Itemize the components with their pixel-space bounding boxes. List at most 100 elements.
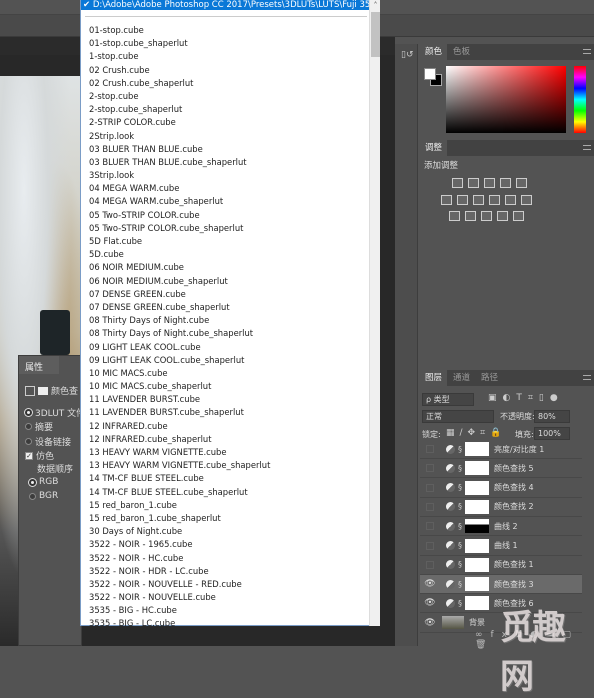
tab-paths[interactable]: 路径 bbox=[476, 370, 503, 386]
dropdown-item[interactable]: 03 BLUER THAN BLUE.cube_shaperlut bbox=[89, 156, 369, 169]
panel-menu-icon[interactable] bbox=[583, 375, 591, 380]
eye-icon[interactable]: 👁 bbox=[420, 598, 440, 608]
dropdown-scrollbar[interactable]: ˄ bbox=[369, 0, 380, 626]
opacity-input[interactable]: 80% bbox=[534, 410, 570, 423]
dropdown-item[interactable]: 3522 - NOIR - NOUVELLE.cube bbox=[89, 591, 369, 604]
layer-row[interactable]: § 曲线 1 bbox=[420, 537, 582, 556]
dropdown-item[interactable]: 03 BLUER THAN BLUE.cube bbox=[89, 143, 369, 156]
dropdown-item[interactable]: 05 Two-STRIP COLOR.cube_shaperlut bbox=[89, 222, 369, 235]
dropdown-item[interactable]: 14 TM-CF BLUE STEEL.cube_shaperlut bbox=[89, 486, 369, 499]
order-rgb[interactable]: RGB bbox=[29, 477, 58, 487]
dropdown-item[interactable]: 3Strip.look bbox=[89, 169, 369, 182]
dropdown-item[interactable]: 12 INFRARED.cube_shaperlut bbox=[89, 433, 369, 446]
adjustment-icon[interactable] bbox=[468, 178, 479, 188]
panel-menu-icon[interactable] bbox=[583, 145, 591, 150]
panel-menu-icon[interactable] bbox=[583, 49, 591, 54]
dropdown-item[interactable]: 02 Crush.cube bbox=[89, 64, 369, 77]
layer-row[interactable]: § 颜色查找 1 bbox=[420, 556, 582, 575]
adjustment-icon[interactable] bbox=[473, 195, 484, 205]
dropdown-item[interactable]: 3522 - NOIR - HC.cube bbox=[89, 552, 369, 565]
color-field[interactable] bbox=[446, 66, 566, 133]
visibility-toggle[interactable] bbox=[426, 445, 434, 453]
dropdown-item[interactable]: 11 LAVENDER BURST.cube_shaperlut bbox=[89, 406, 369, 419]
adjustment-icon[interactable] bbox=[505, 195, 516, 205]
dropdown-item[interactable]: 2-stop.cube_shaperlut bbox=[89, 103, 369, 116]
tab-color[interactable]: 颜色 bbox=[420, 44, 448, 60]
dropdown-item[interactable]: 06 NOIR MEDIUM.cube bbox=[89, 261, 369, 274]
dropdown-item[interactable]: 13 HEAVY WARM VIGNETTE.cube bbox=[89, 446, 369, 459]
dropdown-item[interactable]: 30 Days of Night.cube bbox=[89, 525, 369, 538]
dropdown-item[interactable]: 3535 - BIG - HC.cube bbox=[89, 604, 369, 617]
layer-filter-select[interactable]: ρ 类型 bbox=[422, 393, 474, 406]
layer-row[interactable]: § 亮度/对比度 1 bbox=[420, 440, 582, 459]
dropdown-item[interactable]: 08 Thirty Days of Night.cube_shaperlut bbox=[89, 327, 369, 340]
adjustment-icon[interactable] bbox=[489, 195, 500, 205]
history-icon[interactable]: ▯↺ bbox=[401, 50, 417, 60]
visibility-toggle[interactable] bbox=[426, 464, 434, 473]
dropdown-item[interactable]: 3522 - NOIR - HDR - LC.cube bbox=[89, 565, 369, 578]
dropdown-item[interactable]: 11 LAVENDER BURST.cube bbox=[89, 393, 369, 406]
layer-row[interactable]: § 颜色查找 5 bbox=[420, 459, 582, 479]
adjustment-icon[interactable] bbox=[457, 195, 468, 205]
adjustment-icon[interactable] bbox=[500, 178, 511, 188]
lock-icons[interactable]: ▦/✥⌗🔒 bbox=[446, 428, 506, 438]
dropdown-item[interactable]: 12 INFRARED.cube bbox=[89, 420, 369, 433]
dropdown-item[interactable]: 09 LIGHT LEAK COOL.cube_shaperlut bbox=[89, 354, 369, 367]
foreground-color-swatch[interactable] bbox=[424, 68, 436, 80]
dropdown-item[interactable]: 10 MIC MACS.cube bbox=[89, 367, 369, 380]
option-abstract[interactable]: 摘要 bbox=[25, 420, 53, 433]
layer-row[interactable]: § 颜色查找 4 bbox=[420, 479, 582, 498]
adjustment-icon[interactable] bbox=[465, 211, 476, 221]
dropdown-item[interactable]: 3522 - NOIR - NOUVELLE - RED.cube bbox=[89, 578, 369, 591]
dropdown-item[interactable]: 2Strip.look bbox=[89, 130, 369, 143]
dropdown-item[interactable]: 07 DENSE GREEN.cube_shaperlut bbox=[89, 301, 369, 314]
dither-checkbox[interactable]: ✓ 仿色 bbox=[25, 449, 54, 462]
visibility-toggle[interactable] bbox=[426, 483, 434, 492]
layer-row[interactable]: § 曲线 2 bbox=[420, 517, 582, 537]
dropdown-item[interactable]: 13 HEAVY WARM VIGNETTE.cube_shaperlut bbox=[89, 459, 369, 472]
dropdown-selected-item[interactable]: ✔ D:\Adobe\Adobe Photoshop CC 2017\Prese… bbox=[81, 0, 369, 10]
tab-layers[interactable]: 图层 bbox=[420, 370, 448, 386]
visibility-toggle[interactable] bbox=[426, 502, 434, 511]
dropdown-item[interactable]: 3522 - NOIR - 1965.cube bbox=[89, 538, 369, 551]
order-bgr[interactable]: BGR bbox=[29, 491, 58, 501]
layer-row[interactable]: § 颜色查找 2 bbox=[420, 498, 582, 517]
dropdown-item[interactable]: 01-stop.cube_shaperlut bbox=[89, 37, 369, 50]
visibility-toggle[interactable] bbox=[426, 560, 434, 569]
eye-icon[interactable]: 👁 bbox=[420, 579, 440, 589]
tab-properties[interactable]: 属性 bbox=[19, 356, 59, 374]
adjustment-icon[interactable] bbox=[481, 211, 492, 221]
dropdown-item[interactable]: 14 TM-CF BLUE STEEL.cube bbox=[89, 472, 369, 485]
dropdown-item[interactable]: 02 Crush.cube_shaperlut bbox=[89, 77, 369, 90]
filter-icons[interactable]: ▣◐T⌗▯● bbox=[488, 393, 564, 403]
tab-channels[interactable]: 通道 bbox=[448, 370, 475, 386]
lut-file-dropdown[interactable]: ✔ D:\Adobe\Adobe Photoshop CC 2017\Prese… bbox=[80, 0, 380, 628]
adjustment-icon[interactable] bbox=[497, 211, 508, 221]
adjustment-icon[interactable] bbox=[513, 211, 524, 221]
dropdown-item[interactable]: 04 MEGA WARM.cube_shaperlut bbox=[89, 195, 369, 208]
adjustment-icon[interactable] bbox=[516, 178, 527, 188]
dropdown-item[interactable]: 10 MIC MACS.cube_shaperlut bbox=[89, 380, 369, 393]
dropdown-item[interactable]: 2-stop.cube bbox=[89, 90, 369, 103]
tab-adjustments[interactable]: 调整 bbox=[420, 140, 448, 156]
visibility-toggle[interactable] bbox=[426, 522, 434, 531]
eye-icon[interactable]: 👁 bbox=[420, 618, 440, 628]
adjustment-icon[interactable] bbox=[452, 178, 463, 188]
tab-swatches[interactable]: 色板 bbox=[448, 44, 475, 60]
dropdown-item[interactable]: 5D.cube bbox=[89, 248, 369, 261]
dropdown-item[interactable]: 06 NOIR MEDIUM.cube_shaperlut bbox=[89, 275, 369, 288]
dropdown-item[interactable]: 04 MEGA WARM.cube bbox=[89, 182, 369, 195]
dropdown-item[interactable]: 01-stop.cube bbox=[89, 24, 369, 37]
fill-input[interactable]: 100% bbox=[534, 427, 570, 440]
dropdown-item[interactable]: 1-stop.cube bbox=[89, 50, 369, 63]
dropdown-item[interactable]: 15 red_baron_1.cube_shaperlut bbox=[89, 512, 369, 525]
dropdown-item[interactable]: 15 red_baron_1.cube bbox=[89, 499, 369, 512]
option-3dlut[interactable]: 3DLUT 文件 bbox=[25, 406, 85, 419]
adjustment-icon[interactable] bbox=[521, 195, 532, 205]
dropdown-item[interactable]: 09 LIGHT LEAK COOL.cube bbox=[89, 341, 369, 354]
hue-slider[interactable] bbox=[574, 66, 586, 133]
dropdown-item[interactable]: 3535 - BIG - LC.cube bbox=[89, 617, 369, 630]
blend-mode-select[interactable]: 正常 bbox=[422, 410, 494, 423]
adjustment-icon[interactable] bbox=[484, 178, 495, 188]
scroll-up-icon[interactable]: ˄ bbox=[370, 0, 381, 11]
